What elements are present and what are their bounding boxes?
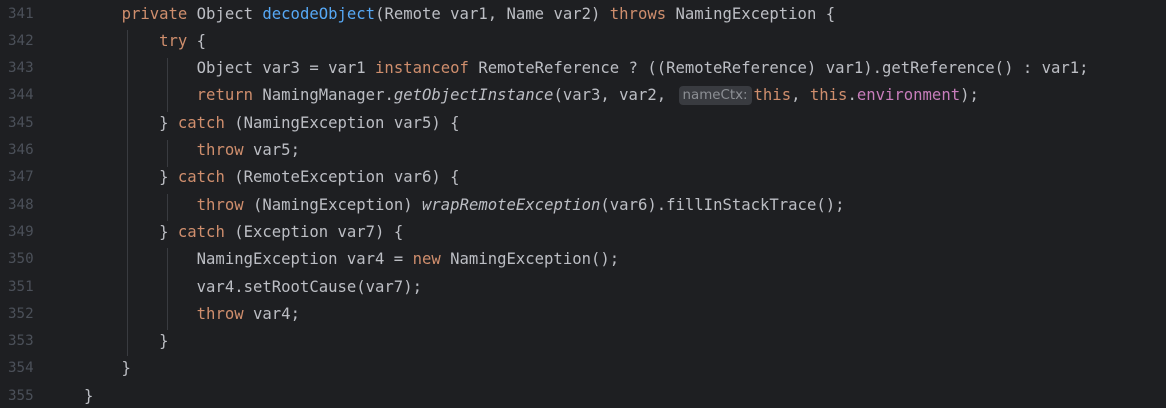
code-token: RemoteReference ? ((RemoteReference) var… (468, 59, 1089, 78)
code-text: } (84, 383, 93, 408)
code-token: throws (609, 4, 667, 23)
code-text: throw var4; (84, 301, 300, 328)
line-number: 343 (8, 60, 34, 77)
line-number: 344 (8, 87, 34, 104)
code-line[interactable]: 344 return NamingManager.getObjectInstan… (0, 82, 1166, 109)
code-text: NamingException var4 = new NamingExcepti… (84, 246, 620, 273)
code-line[interactable]: 350 NamingException var4 = new NamingExc… (0, 246, 1166, 273)
code-token: catch (177, 168, 225, 187)
code-token: } (84, 386, 94, 405)
code-line[interactable]: 346 throw var5; (0, 137, 1166, 164)
line-number: 348 (8, 196, 34, 213)
code-line[interactable]: 351 var4.setRootCause(var7); (0, 274, 1166, 301)
line-number: 345 (8, 114, 34, 131)
code-token: NamingException(); (440, 250, 620, 269)
code-token: var4; (243, 304, 300, 323)
code-token: } (84, 168, 178, 187)
line-number: 347 (8, 169, 34, 186)
code-line[interactable]: 342 try { (0, 28, 1166, 55)
code-token: , (791, 86, 810, 105)
code-token: try (159, 31, 188, 50)
code-token: instanceof (375, 59, 469, 78)
code-token: return (196, 86, 254, 105)
code-token: Object (187, 4, 263, 23)
code-line[interactable]: 341 private Object decodeObject(Remote v… (0, 1, 1166, 28)
code-line[interactable]: 352 throw var4; (0, 301, 1166, 328)
line-number: 349 (8, 223, 34, 240)
code-text: try { (84, 28, 206, 55)
code-token: Object var3 = var1 (84, 59, 376, 78)
code-text: } catch (NamingException var5) { (84, 110, 460, 137)
code-token: this (809, 86, 848, 105)
code-token: var4.setRootCause(var7); (84, 277, 422, 296)
code-token: private (121, 4, 188, 23)
line-number: 351 (8, 278, 34, 295)
code-text: } catch (RemoteException var6) { (84, 164, 460, 191)
code-token: this (753, 86, 792, 105)
code-token: decodeObject (262, 4, 376, 23)
code-token: (RemoteException var6) { (224, 168, 460, 187)
code-text: throw (NamingException) wrapRemoteExcept… (84, 192, 845, 219)
code-token: (var6).fillInStackTrace(); (600, 195, 845, 214)
code-token: } (84, 113, 178, 132)
code-token: var5; (243, 141, 300, 159)
code-token: NamingException var4 = (84, 250, 413, 269)
code-text: Object var3 = var1 instanceof RemoteRefe… (84, 55, 1089, 82)
code-text: } catch (Exception var7) { (84, 219, 403, 246)
code-text: private Object decodeObject(Remote var1,… (84, 1, 836, 28)
code-text: return NamingManager.getObjectInstance(v… (84, 82, 979, 109)
code-token: new (412, 250, 441, 269)
code-token: throw (196, 195, 244, 214)
code-line[interactable]: 353 } (0, 328, 1166, 355)
code-token: (Exception var7) { (224, 222, 404, 241)
line-number: 341 (8, 5, 34, 22)
code-token: (NamingException var5) { (224, 113, 460, 132)
code-line[interactable]: 347 } catch (RemoteException var6) { (0, 164, 1166, 191)
code-line[interactable]: 355} (0, 383, 1166, 408)
code-token: } (84, 332, 169, 351)
code-token: (NamingException) (243, 195, 423, 214)
line-number: 353 (8, 333, 34, 350)
code-editor[interactable]: 341 private Object decodeObject(Remote v… (0, 0, 1166, 408)
code-token: (Remote var1, Name var2) (375, 4, 610, 23)
code-token: { (187, 31, 207, 50)
code-token: ); (960, 86, 979, 105)
code-token: } (84, 222, 178, 241)
code-line[interactable]: 345 } catch (NamingException var5) { (0, 110, 1166, 137)
code-token: } (84, 359, 131, 378)
line-number: 354 (8, 360, 34, 377)
code-token: throw (196, 141, 244, 159)
code-text: } (84, 328, 169, 355)
code-line[interactable]: 354 } (0, 355, 1166, 382)
line-number: 350 (8, 251, 34, 268)
code-token: NamingException { (666, 4, 836, 23)
code-token: getObjectInstance (393, 86, 554, 105)
code-token: wrapRemoteException (422, 195, 601, 214)
parameter-hint: nameCtx: (678, 86, 752, 106)
code-text: throw var5; (84, 137, 300, 164)
line-number: 346 (8, 142, 34, 158)
line-number: 355 (8, 387, 34, 404)
code-token: . (847, 86, 857, 105)
code-token: catch (177, 113, 225, 132)
code-text: var4.setRootCause(var7); (84, 274, 422, 301)
code-line[interactable]: 343 Object var3 = var1 instanceof Remote… (0, 55, 1166, 82)
code-token: throw (196, 304, 244, 323)
code-token: catch (177, 222, 225, 241)
line-number: 352 (8, 305, 34, 322)
code-line[interactable]: 348 throw (NamingException) wrapRemoteEx… (0, 192, 1166, 219)
code-token: (var3, var2, (553, 86, 676, 105)
code-line[interactable]: 349 } catch (Exception var7) { (0, 219, 1166, 246)
code-text: } (84, 355, 131, 382)
code-token: environment (856, 86, 961, 105)
code-token: NamingManager. (253, 86, 394, 105)
line-number: 342 (8, 32, 34, 49)
